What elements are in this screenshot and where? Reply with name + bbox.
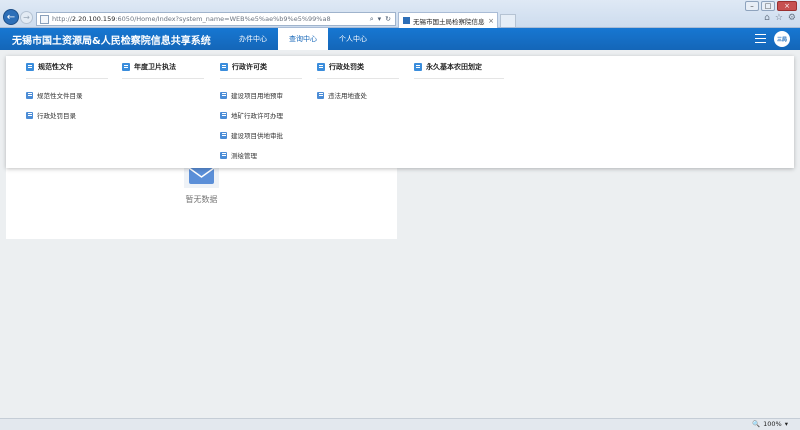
browser-chrome: ← → http://2.20.100.159:6050/Home/Index?… <box>0 0 800 28</box>
document-icon <box>26 111 33 119</box>
document-icon <box>220 131 227 139</box>
menu-item-label: 行政处罚目录 <box>37 112 76 120</box>
menu-column-license: 行政许可类 建设项目用地预审 地矿行政许可办理 建设项目供地审批 测绘管理 <box>220 56 302 165</box>
list-icon <box>122 63 130 71</box>
menu-heading[interactable]: 规范性文件 <box>26 56 108 79</box>
chevron-down-icon: ▾ <box>784 420 788 428</box>
menu-heading[interactable]: 行政处罚类 <box>317 56 399 79</box>
forward-button[interactable]: → <box>20 11 33 24</box>
menu-item-land-preaudit[interactable]: 建设项目用地预审 <box>220 85 302 105</box>
menu-item-penalty-catalog[interactable]: 行政处罚目录 <box>26 105 108 125</box>
document-icon <box>220 111 227 119</box>
menu-item-label: 违法用地查处 <box>328 92 367 100</box>
page-icon <box>40 14 49 24</box>
menu-column-penalty: 行政处罚类 违法用地查处 <box>317 56 399 105</box>
list-icon <box>220 63 228 71</box>
tab-title: 无锡市国土局检察院信息共... <box>413 17 485 26</box>
list-icon <box>26 63 34 71</box>
list-icon <box>414 63 422 71</box>
address-bar[interactable]: http://2.20.100.159:6050/Home/Index?syst… <box>36 12 396 26</box>
favorites-star-icon[interactable]: ☆ <box>775 13 783 23</box>
url-host: 2.20.100.159 <box>71 15 116 23</box>
document-icon <box>220 151 227 159</box>
menu-item-mining-license[interactable]: 地矿行政许可办理 <box>220 105 302 125</box>
dropdown-icon[interactable]: ▾ <box>378 15 382 24</box>
menu-item-normative-catalog[interactable]: 规范性文件目录 <box>26 85 108 105</box>
window-controls: – □ × <box>745 1 797 11</box>
url-scheme: http:// <box>52 15 72 23</box>
menu-heading-label: 行政许可类 <box>232 63 267 71</box>
address-tools: ⌕ ▾ ↻ <box>366 15 395 24</box>
back-button[interactable]: ← <box>3 9 19 25</box>
menu-item-label: 测绘管理 <box>231 152 257 160</box>
menu-item-land-supply[interactable]: 建设项目供地审批 <box>220 125 302 145</box>
address-text[interactable]: http://2.20.100.159:6050/Home/Index?syst… <box>52 15 366 23</box>
nav-query-center[interactable]: 查询中心 <box>278 28 328 50</box>
app-header: 无锡市国土资源局&人民检察院信息共享系统 办件中心 查询中心 个人中心 三局 <box>0 28 800 50</box>
menu-item-label: 地矿行政许可办理 <box>231 112 283 120</box>
menu-item-label: 建设项目用地预审 <box>231 92 283 100</box>
home-icon[interactable]: ⌂ <box>764 13 770 23</box>
browser-tab[interactable]: 无锡市国土局检察院信息共... × <box>398 12 498 28</box>
menu-column-normative: 规范性文件 规范性文件目录 行政处罚目录 <box>26 56 108 125</box>
zoom-level: 100% <box>763 420 782 428</box>
document-icon <box>317 91 324 99</box>
menu-item-label: 规范性文件目录 <box>37 92 83 100</box>
menu-heading[interactable]: 行政许可类 <box>220 56 302 79</box>
close-window-button[interactable]: × <box>777 1 797 11</box>
menu-heading-label: 行政处罚类 <box>329 63 364 71</box>
menu-item-illegal-land[interactable]: 违法用地查处 <box>317 85 399 105</box>
zoom-control[interactable]: 🔍 100% ▾ <box>752 420 788 428</box>
empty-state-text: 暂无数据 <box>185 195 218 204</box>
menu-column-farmland: 永久基本农田划定 <box>414 56 504 79</box>
main-nav: 办件中心 查询中心 个人中心 <box>228 28 378 50</box>
menu-heading[interactable]: 永久基本农田划定 <box>414 56 504 79</box>
document-icon <box>220 91 227 99</box>
favicon-icon <box>403 17 410 24</box>
menu-item-surveying[interactable]: 测绘管理 <box>220 145 302 165</box>
document-icon <box>26 91 33 99</box>
refresh-icon[interactable]: ↻ <box>385 15 391 24</box>
zoom-icon: 🔍 <box>752 420 761 428</box>
content-card: 暂无数据 <box>6 160 397 239</box>
new-tab-button[interactable] <box>500 14 516 27</box>
menu-column-satellite: 年度卫片执法 <box>122 56 204 79</box>
menu-heading[interactable]: 年度卫片执法 <box>122 56 204 79</box>
list-icon <box>317 63 325 71</box>
avatar[interactable]: 三局 <box>774 31 790 47</box>
minimize-button[interactable]: – <box>745 1 759 11</box>
menu-heading-label: 年度卫片执法 <box>134 63 176 71</box>
menu-item-label: 建设项目供地审批 <box>231 132 283 140</box>
menu-icon[interactable] <box>755 34 766 43</box>
menu-heading-label: 规范性文件 <box>38 63 73 71</box>
url-path: :6050/Home/Index?system_name=WEB%e5%ae%b… <box>115 15 331 23</box>
forward-arrow-icon: → <box>23 13 30 22</box>
nav-personal-center[interactable]: 个人中心 <box>328 28 378 50</box>
menu-heading-label: 永久基本农田划定 <box>426 63 482 71</box>
maximize-button[interactable]: □ <box>761 1 775 11</box>
browser-toolbar-icons: ⌂ ☆ ⚙ <box>764 13 796 23</box>
back-arrow-icon: ← <box>6 11 16 23</box>
app-title: 无锡市国土资源局&人民检察院信息共享系统 <box>12 35 211 47</box>
status-bar: 🔍 100% ▾ <box>0 418 800 430</box>
search-icon[interactable]: ⌕ <box>370 15 374 24</box>
settings-gear-icon[interactable]: ⚙ <box>788 13 796 23</box>
query-mega-menu: 规范性文件 规范性文件目录 行政处罚目录 年度卫片执法 行政许可类 建设项目用地… <box>6 56 794 168</box>
tab-close-icon[interactable]: × <box>488 17 497 25</box>
nav-office-center[interactable]: 办件中心 <box>228 28 278 50</box>
